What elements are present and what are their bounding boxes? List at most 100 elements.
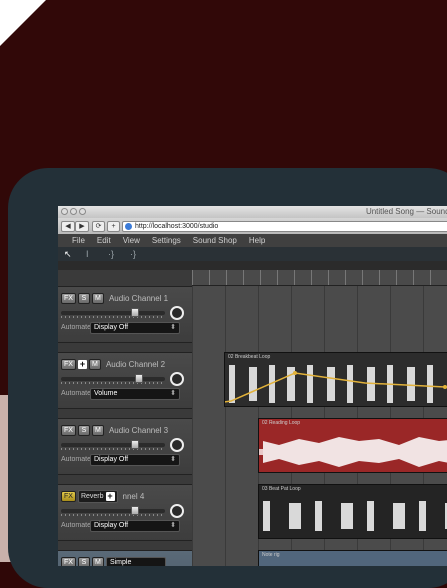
split-tool-icon[interactable]: ·} xyxy=(108,249,114,259)
forward-button[interactable]: ▶ xyxy=(75,221,89,232)
reload-button[interactable]: ⟳ xyxy=(92,221,105,232)
channel-buttons: FX S M Audio Channel 3 xyxy=(61,424,168,437)
window-title: Untitled Song — Sounda xyxy=(365,207,447,216)
channel-panel-3: FX S M Audio Channel 3 Automate: Display… xyxy=(58,418,192,475)
automate-label: Automate: xyxy=(61,324,93,331)
menu-settings[interactable]: Settings xyxy=(152,234,181,247)
channel-name[interactable]: Audio Channel 1 xyxy=(109,294,168,303)
fx-button[interactable]: FX xyxy=(61,359,76,370)
url-bar[interactable]: http://localhost:3000/studio xyxy=(122,221,447,232)
browser-window: Untitled Song — Sounda ◀ ▶ ⟳ + http://lo… xyxy=(58,206,447,566)
channel-panels: FX S M Audio Channel 1 Automate: Display… xyxy=(58,286,192,566)
close-window-button[interactable] xyxy=(61,208,68,215)
effect-name: Reverb xyxy=(80,493,104,500)
pan-knob[interactable] xyxy=(170,504,184,518)
channel-panel-4: FX Reverb + nnel 4 Automate: Display Off… xyxy=(58,484,192,541)
volume-slider[interactable] xyxy=(61,374,165,384)
automate-value: Display Off xyxy=(94,324,129,331)
browser-toolbar: ◀ ▶ ⟳ + http://localhost:3000/studio xyxy=(58,218,447,234)
select-arrow-icon: ⬍ xyxy=(170,390,176,397)
volume-slider[interactable] xyxy=(61,308,165,318)
timeline-ruler[interactable] xyxy=(192,270,447,286)
back-button[interactable]: ◀ xyxy=(61,221,75,232)
clip-label: 02 Breakbeat Loop xyxy=(228,354,271,360)
window-controls xyxy=(61,208,86,215)
automate-select[interactable]: Display Off ⬍ xyxy=(90,454,180,466)
mute-button[interactable]: M xyxy=(91,293,104,304)
menu-sound-shop[interactable]: Sound Shop xyxy=(193,234,237,247)
fx-button-active[interactable]: FX xyxy=(61,491,76,502)
clip-label: 02 Reading Loop xyxy=(262,420,301,426)
join-tool-icon[interactable]: ·} xyxy=(130,249,136,259)
automate-value: Display Off xyxy=(94,522,129,529)
pan-knob[interactable] xyxy=(170,438,184,452)
add-bookmark-button[interactable]: + xyxy=(107,221,120,232)
clip-waveform xyxy=(259,437,447,467)
automate-select[interactable]: Display Off ⬍ xyxy=(90,520,180,532)
channel-name[interactable]: Audio Channel 3 xyxy=(109,426,168,435)
volume-slider[interactable] xyxy=(61,506,165,516)
corner-fold xyxy=(0,0,46,46)
instrument-select[interactable]: Simple xyxy=(105,556,166,566)
audio-clip[interactable]: 03 Beat Pat Loop xyxy=(258,484,447,539)
automate-label: Automate: xyxy=(61,522,93,529)
channel-buttons: FX S M Audio Channel 1 xyxy=(61,292,168,305)
effect-slot[interactable]: Reverb + xyxy=(77,490,118,503)
volume-slider-thumb[interactable] xyxy=(131,440,139,449)
mute-button[interactable]: M xyxy=(91,425,104,436)
mute-button[interactable]: M xyxy=(88,359,101,370)
automate-label: Automate: xyxy=(61,456,93,463)
solo-button[interactable]: S xyxy=(77,425,90,436)
channel-panel-2: FX + M Audio Channel 2 Automate: Volume ⬍ xyxy=(58,352,192,409)
instrument-value: Simple xyxy=(109,558,132,566)
clip-label: Note rig xyxy=(262,552,280,558)
pointer-tool-icon[interactable]: ↖ xyxy=(64,249,72,260)
tool-bar: ↖ I ·} ·} xyxy=(58,247,447,261)
menu-edit[interactable]: Edit xyxy=(97,234,111,247)
minimize-window-button[interactable] xyxy=(70,208,77,215)
volume-slider[interactable] xyxy=(61,440,165,450)
pan-knob[interactable] xyxy=(170,306,184,320)
solo-button[interactable]: S xyxy=(77,293,90,304)
add-effect-icon[interactable]: + xyxy=(105,492,115,501)
menu-view[interactable]: View xyxy=(123,234,140,247)
automate-select[interactable]: Display Off ⬍ xyxy=(90,322,180,334)
channel-buttons: FX Reverb + nnel 4 xyxy=(61,490,144,503)
volume-slider-thumb[interactable] xyxy=(135,374,143,383)
channel-panel-5: FX S M Simple xyxy=(58,550,192,566)
channel-name[interactable]: Audio Channel 2 xyxy=(106,360,165,369)
volume-slider-thumb[interactable] xyxy=(131,506,139,515)
app-menu-bar: File Edit View Settings Sound Shop Help xyxy=(58,234,447,247)
volume-slider-thumb[interactable] xyxy=(131,308,139,317)
automate-value: Display Off xyxy=(94,456,129,463)
pan-knob[interactable] xyxy=(170,372,184,386)
add-effect-icon[interactable]: + xyxy=(77,360,87,369)
clip-label: 03 Beat Pat Loop xyxy=(262,486,301,492)
select-arrow-icon: ⬍ xyxy=(170,324,176,331)
channel-buttons: FX S M Simple xyxy=(61,556,166,566)
select-arrow-icon: ⬍ xyxy=(170,456,176,463)
channel-name[interactable]: nnel 4 xyxy=(123,492,145,501)
channel-panel-1: FX S M Audio Channel 1 Automate: Display… xyxy=(58,286,192,343)
select-arrow-icon: ⬍ xyxy=(170,522,176,529)
cursor-tool-icon[interactable]: I xyxy=(86,249,89,259)
menu-help[interactable]: Help xyxy=(249,234,265,247)
toolbar-spacer xyxy=(58,261,447,270)
audio-clip[interactable]: 02 Breakbeat Loop xyxy=(224,352,447,407)
automate-select[interactable]: Volume ⬍ xyxy=(90,388,180,400)
track-lanes[interactable]: 02 Breakbeat Loop 02 Reading Loop 03 Bea… xyxy=(192,286,447,566)
url-text: http://localhost:3000/studio xyxy=(135,223,219,230)
fx-button[interactable]: FX xyxy=(61,293,76,304)
channel-buttons: FX + M Audio Channel 2 xyxy=(61,358,165,371)
audio-clip[interactable]: 02 Reading Loop xyxy=(258,418,447,473)
zoom-window-button[interactable] xyxy=(79,208,86,215)
automate-label: Automate: xyxy=(61,390,93,397)
menu-file[interactable]: File xyxy=(72,234,85,247)
fx-button[interactable]: FX xyxy=(61,425,76,436)
automate-value: Volume xyxy=(94,390,118,397)
globe-icon xyxy=(125,223,132,230)
clip-waveform xyxy=(225,365,447,403)
clip-waveform xyxy=(263,501,447,531)
title-bar: Untitled Song — Sounda xyxy=(58,206,447,218)
audio-clip[interactable]: Note rig xyxy=(258,550,447,566)
